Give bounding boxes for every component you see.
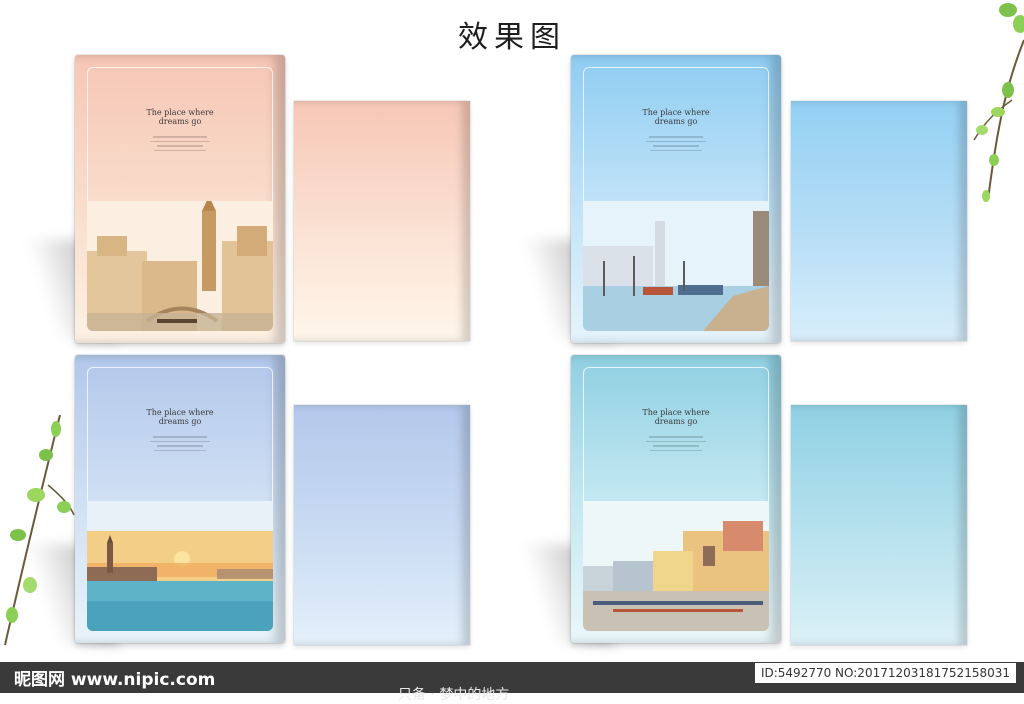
branch-leaves-icon <box>973 3 1024 202</box>
cover-text-lines <box>141 433 219 454</box>
cover-text-lines <box>141 133 219 154</box>
notebook-cover-aqua: The place where dreams go <box>571 355 781 643</box>
notebook-cover-sky: The place where dreams go <box>571 55 781 343</box>
cover-text-lines <box>637 433 715 454</box>
notebook-cover-peach: The place where dreams go <box>75 55 285 343</box>
coastal-town-illustration <box>583 501 769 631</box>
venice-harbor-illustration <box>583 201 769 331</box>
notebook-cover-periwinkle: The place where dreams go <box>75 355 285 643</box>
cover-tagline: The place where dreams go <box>146 408 214 426</box>
cover-text-lines <box>637 133 715 154</box>
page-title: 效果图 <box>458 20 566 55</box>
watermark-name: 只备 · 梦中的地方 <box>398 687 510 703</box>
venice-sunset-illustration <box>87 501 273 631</box>
venice-canal-illustration <box>87 201 273 331</box>
notebook-back-aqua <box>791 405 967 645</box>
watermark-id: ID:5492770 NO:20171203181752158031 <box>754 663 1016 683</box>
watermark-bar: 昵图网 www.nipic.com ID:5492770 NO:20171203… <box>0 662 1024 703</box>
notebook-back-periwinkle <box>294 405 470 645</box>
cover-tagline: The place where dreams go <box>146 108 214 126</box>
cover-tagline: The place where dreams go <box>642 408 710 426</box>
notebook-back-sky <box>791 101 967 341</box>
cover-tagline: The place where dreams go <box>642 108 710 126</box>
watermark-site: 昵图网 www.nipic.com <box>14 670 216 690</box>
notebook-back-peach <box>294 101 470 341</box>
